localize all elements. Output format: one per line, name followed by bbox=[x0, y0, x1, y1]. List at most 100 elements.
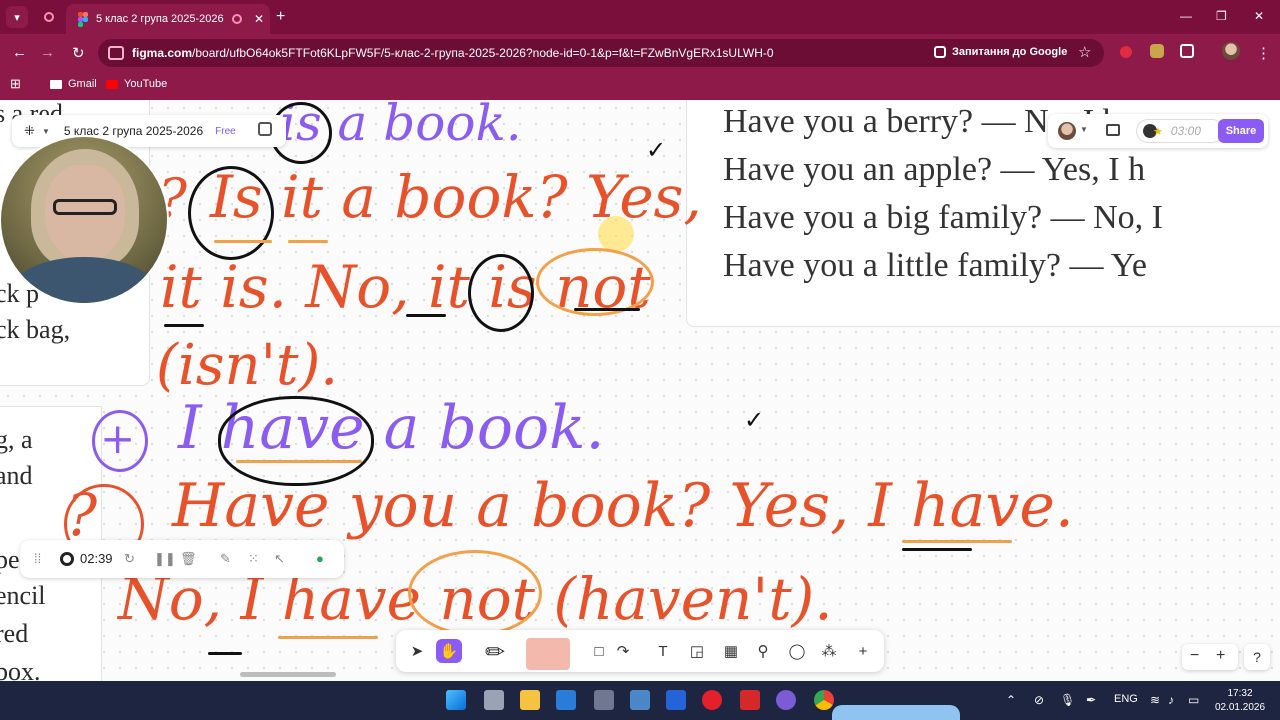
forward-button[interactable]: → bbox=[40, 44, 55, 61]
acrobat-icon[interactable] bbox=[740, 690, 760, 710]
book-line: Have you an apple? — Yes, I h bbox=[723, 151, 1146, 188]
connector-tool-icon[interactable]: ↷ bbox=[612, 640, 634, 662]
hand-tool-icon[interactable]: ✋ bbox=[436, 639, 462, 663]
figma-menu-icon[interactable]: ⁜ bbox=[24, 124, 36, 137]
figma-logo-icon bbox=[78, 12, 88, 27]
app-icon[interactable] bbox=[630, 690, 650, 710]
volume-icon[interactable]: ♪ bbox=[1168, 693, 1174, 707]
google-lens-button[interactable]: Запитання до Google bbox=[934, 46, 1067, 58]
extension-record-icon[interactable] bbox=[1120, 46, 1132, 58]
underline-mark bbox=[406, 314, 446, 317]
viber-icon[interactable] bbox=[776, 690, 796, 710]
move-tool-icon[interactable]: ➤ bbox=[406, 640, 428, 662]
horizontal-scrollbar[interactable] bbox=[240, 672, 336, 677]
bottom-toolbar: ➤ ✋ ✏ □ ↷ T ◲ ▦ ⚲ ◯ ⁂ + bbox=[396, 630, 884, 672]
tab-recording-icon bbox=[232, 14, 242, 24]
taskbar-notification[interactable] bbox=[832, 705, 960, 720]
pointer-icon[interactable]: ↖ bbox=[274, 551, 285, 567]
file-name[interactable]: 5 клас 2 група 2025-2026 bbox=[64, 124, 203, 138]
windows-start-icon[interactable] bbox=[446, 690, 466, 710]
more-tools-icon[interactable]: ⁂ bbox=[818, 640, 840, 662]
recording-tab-icon[interactable] bbox=[38, 6, 60, 28]
grid-icon[interactable]: ⁙ bbox=[248, 551, 259, 567]
table-icon[interactable]: ▦ bbox=[720, 640, 742, 662]
browser-menu-icon[interactable]: ⋮ bbox=[1256, 44, 1271, 62]
tray-app-icon[interactable]: ⊘ bbox=[1034, 693, 1044, 707]
microphone-tray-icon[interactable]: 🎙 bbox=[1060, 693, 1075, 707]
chrome-icon[interactable] bbox=[814, 690, 834, 710]
bookmark-gmail[interactable]: Gmail bbox=[50, 78, 97, 90]
user-avatar[interactable] bbox=[1058, 122, 1076, 140]
minimize-button[interactable]: — bbox=[1180, 9, 1192, 23]
language-indicator[interactable]: ENG bbox=[1114, 693, 1138, 705]
clock-date: 02.01.2026 bbox=[1214, 702, 1266, 713]
pages-icon[interactable] bbox=[258, 122, 272, 136]
store-icon[interactable] bbox=[556, 690, 576, 710]
comment-icon[interactable]: ◯ bbox=[786, 640, 808, 662]
circle-mark-orange bbox=[408, 550, 542, 636]
circle-mark bbox=[468, 254, 534, 332]
handwriting-line-6: Have you a book? Yes, I have. bbox=[172, 471, 1074, 541]
system-clock[interactable]: 17:32 02.01.2026 bbox=[1208, 687, 1272, 715]
pause-icon[interactable]: ❚❚ bbox=[154, 551, 176, 567]
plan-badge[interactable]: Free bbox=[215, 126, 236, 137]
battery-icon[interactable]: ▭ bbox=[1188, 693, 1199, 707]
close-window-button[interactable]: ✕ bbox=[1254, 9, 1264, 23]
chevron-down-icon[interactable]: ▼ bbox=[1080, 125, 1088, 134]
url-text[interactable]: figma.com/board/ufbO64ok5FTFot6KLpFW5F/5… bbox=[132, 46, 774, 60]
tab-title: 5 клас 2 група 2025-2026 – bbox=[96, 13, 226, 25]
zoom-in-button[interactable]: + bbox=[1216, 647, 1225, 665]
recording-controls: ⁞⁞ 02:39 ↻ ❚❚ 🗑 ✎ ⁙ ↖ ● bbox=[20, 540, 344, 578]
text-tool-icon[interactable]: T bbox=[652, 640, 674, 662]
timer-button[interactable]: ★ 03:00 bbox=[1136, 119, 1224, 143]
tab-close-icon[interactable]: ✕ bbox=[254, 12, 264, 26]
pen-icon[interactable]: ✎ bbox=[220, 551, 231, 567]
timer-value: 03:00 bbox=[1170, 124, 1201, 138]
washi-tape-tool[interactable] bbox=[526, 638, 570, 670]
extension-owl-icon[interactable] bbox=[1150, 44, 1164, 58]
share-button[interactable]: Share bbox=[1218, 119, 1264, 143]
book-line: Have you a big family? — No, I bbox=[723, 199, 1163, 236]
active-tab[interactable]: 5 клас 2 група 2025-2026 – ✕ bbox=[66, 4, 270, 34]
microphone-icon[interactable]: ● bbox=[316, 551, 324, 566]
app-icon[interactable] bbox=[594, 690, 614, 710]
windows-taskbar: ⌃ ⊘ 🎙 ✒ ENG ≋ ♪ ▭ 17:32 02.01.2026 bbox=[0, 681, 1280, 720]
record-icon[interactable] bbox=[60, 552, 74, 566]
layout-icon[interactable] bbox=[1106, 124, 1120, 136]
shape-tool-icon[interactable]: □ bbox=[588, 640, 610, 662]
apps-grid-icon[interactable]: ⊞ bbox=[10, 76, 21, 92]
back-button[interactable]: ← bbox=[12, 44, 27, 61]
extensions-puzzle-icon[interactable] bbox=[1180, 44, 1194, 58]
omnibox[interactable]: figma.com/board/ufbO64ok5FTFot6KLpFW5F/5… bbox=[98, 39, 1104, 67]
restart-icon[interactable]: ↻ bbox=[124, 551, 135, 567]
underline-mark bbox=[278, 636, 378, 639]
webcam-bubble[interactable] bbox=[1, 137, 167, 303]
new-tab-button[interactable]: + bbox=[276, 8, 285, 26]
pen-tray-icon[interactable]: ✒ bbox=[1086, 693, 1096, 707]
chevron-down-icon[interactable]: ▼ bbox=[42, 127, 50, 136]
help-button[interactable]: ? bbox=[1244, 644, 1270, 670]
wifi-icon[interactable]: ≋ bbox=[1150, 693, 1160, 707]
restore-button[interactable]: ❐ bbox=[1216, 9, 1227, 23]
cursor-highlight bbox=[598, 216, 634, 252]
board-canvas[interactable]: s a red ck p ck bag, g, a and pe encil r… bbox=[0, 100, 1280, 681]
chevron-up-icon[interactable]: ⌃ bbox=[1006, 693, 1016, 707]
reload-button[interactable]: ↻ bbox=[72, 44, 85, 62]
tab-search-button[interactable]: ▾ bbox=[6, 6, 28, 28]
bookmark-star-icon[interactable]: ☆ bbox=[1078, 43, 1091, 61]
drag-handle-icon[interactable]: ⁞⁞ bbox=[34, 551, 41, 566]
star-icon: ★ bbox=[1153, 125, 1163, 138]
marker-tool-icon[interactable]: ✏ bbox=[484, 634, 506, 670]
stamp-icon[interactable]: ⚲ bbox=[752, 640, 774, 662]
site-info-icon[interactable] bbox=[108, 46, 124, 60]
task-view-icon[interactable] bbox=[484, 690, 504, 710]
zoom-out-button[interactable]: − bbox=[1190, 647, 1199, 665]
trash-icon[interactable]: 🗑 bbox=[180, 551, 197, 567]
add-icon[interactable]: + bbox=[852, 640, 874, 662]
profile-avatar[interactable] bbox=[1222, 42, 1240, 60]
app-icon[interactable] bbox=[666, 690, 686, 710]
sticky-note-icon[interactable]: ◲ bbox=[686, 640, 708, 662]
opera-icon[interactable] bbox=[702, 690, 722, 710]
file-explorer-icon[interactable] bbox=[520, 690, 540, 710]
bookmark-youtube[interactable]: YouTube bbox=[106, 78, 167, 90]
